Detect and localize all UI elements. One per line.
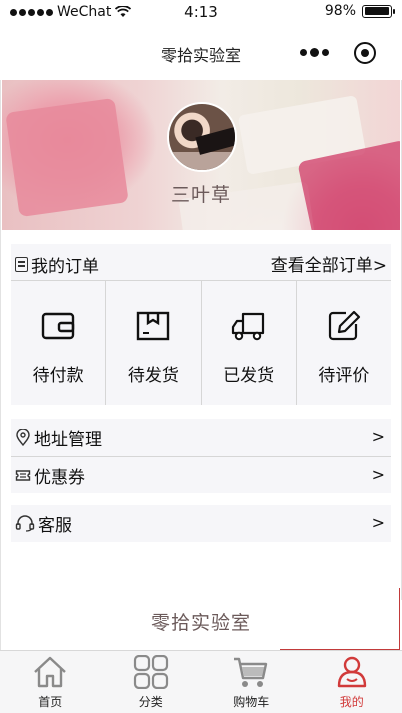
- address-management-row[interactable]: 地址管理 >: [11, 419, 391, 456]
- order-label: 待评价: [318, 366, 370, 386]
- cart-icon: [234, 657, 268, 687]
- home-icon: [34, 656, 67, 688]
- orders-title-label: 我的订单: [31, 257, 99, 277]
- coupon-label: 优惠券: [34, 467, 85, 488]
- order-shipped[interactable]: 已发货: [202, 281, 297, 405]
- order-pending-shipment[interactable]: 待发货: [106, 281, 202, 405]
- avatar[interactable]: [167, 102, 237, 172]
- document-icon: [15, 257, 28, 272]
- edit-icon: [328, 310, 360, 341]
- miniprogram-capsule: [288, 38, 388, 68]
- service-list: 客服 >: [11, 505, 391, 542]
- tab-label: 分类: [138, 695, 163, 709]
- order-pending-payment[interactable]: 待付款: [11, 281, 107, 405]
- chevron-right-icon: >: [371, 427, 385, 446]
- customer-service-label: 客服: [38, 516, 72, 536]
- close-miniprogram-icon[interactable]: [354, 42, 376, 64]
- package-icon: [137, 311, 170, 341]
- order-pending-review[interactable]: 待评价: [297, 281, 391, 405]
- orders-header: 我的订单 查看全部订单>: [11, 244, 391, 281]
- orders-title: 我的订单: [15, 252, 99, 277]
- settings-list: 地址管理 > 优惠券 >: [11, 419, 391, 493]
- left-border: [0, 80, 1, 650]
- truck-icon: [231, 312, 264, 341]
- tab-label: 我的: [339, 695, 364, 709]
- user-icon: [337, 656, 366, 688]
- order-label: 待付款: [32, 366, 84, 386]
- battery-status: 98%: [324, 3, 395, 19]
- brand-footer: 零拾实验室: [0, 588, 402, 650]
- ticket-icon: [15, 469, 31, 481]
- tab-mine[interactable]: 我的: [302, 651, 402, 713]
- nav-bar: 零拾实验室: [0, 24, 402, 80]
- profile-banner: 三叶草: [2, 80, 400, 230]
- headset-icon: [15, 515, 35, 532]
- battery-percent: 98%: [324, 3, 356, 19]
- grid-icon: [133, 655, 168, 689]
- more-icon[interactable]: [300, 48, 329, 57]
- address-management-label: 地址管理: [34, 430, 102, 450]
- wallet-icon: [41, 312, 75, 340]
- chevron-right-icon: >: [371, 465, 385, 484]
- tab-home[interactable]: 首页: [0, 651, 101, 713]
- tab-label: 首页: [38, 695, 63, 709]
- tab-label: 购物车: [233, 695, 270, 709]
- battery-icon: [362, 4, 395, 18]
- user-name: 三叶草: [170, 184, 231, 206]
- tab-bar: 首页 分类 购物车 我的: [0, 650, 402, 713]
- divider: [399, 588, 400, 650]
- status-bar: WeChat 4:13 98%: [0, 0, 402, 24]
- order-label: 已发货: [223, 366, 275, 386]
- chevron-right-icon: >: [371, 513, 385, 532]
- order-status-grid: 待付款 待发货 已发货 待评价: [11, 281, 391, 405]
- coupon-row[interactable]: 优惠券 >: [11, 456, 391, 493]
- order-label: 待发货: [127, 366, 179, 386]
- tab-cart[interactable]: 购物车: [201, 651, 302, 713]
- customer-service-row[interactable]: 客服 >: [11, 505, 391, 542]
- view-all-orders-link[interactable]: 查看全部订单>: [271, 251, 387, 276]
- location-pin-icon: [16, 429, 30, 446]
- brand-name: 零拾实验室: [150, 612, 251, 634]
- tab-category[interactable]: 分类: [101, 651, 202, 713]
